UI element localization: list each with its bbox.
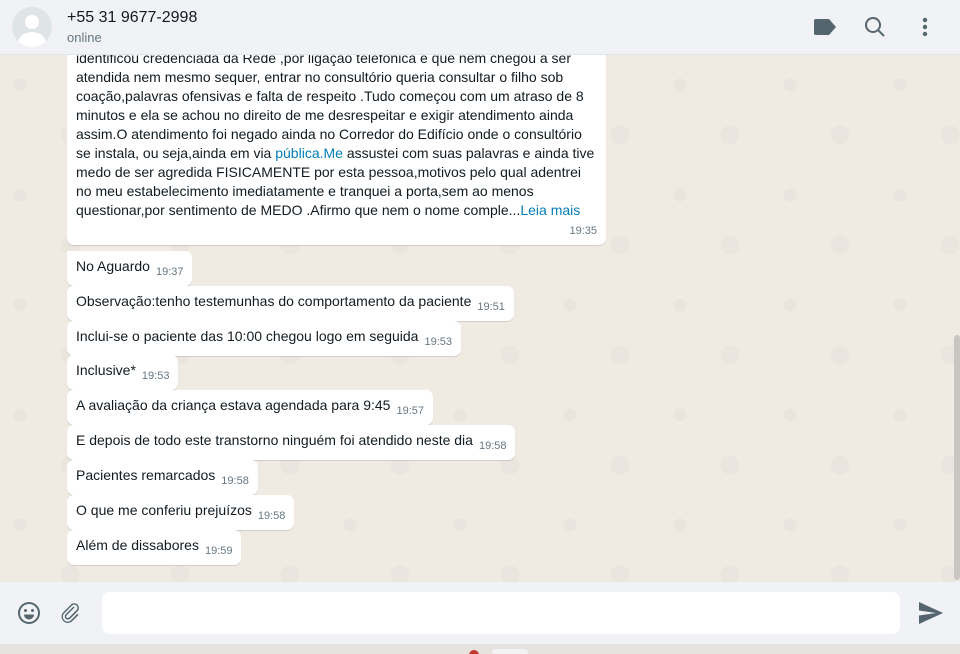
message-bubble: Pacientes remarcados 19:58	[67, 460, 258, 495]
menu-icon	[922, 17, 928, 37]
message-text: O que me conferiu prejuízos	[76, 502, 252, 518]
contact-avatar[interactable]	[12, 7, 52, 47]
message-long: identificou credenciada da Rede ,por lig…	[67, 55, 606, 245]
line: coação,palavras ofensivas e falta de res…	[76, 88, 584, 104]
label-button[interactable]	[802, 7, 848, 47]
message-time: 19:53	[424, 336, 452, 348]
message-time: 19:35	[569, 225, 597, 237]
send-button[interactable]	[912, 594, 950, 632]
attach-button[interactable]	[53, 597, 86, 630]
message-time: 19:58	[257, 510, 286, 522]
chat-scrollbar[interactable]	[954, 335, 960, 580]
line: identificou credenciada da Rede ,por lig…	[76, 55, 571, 66]
message-bubble: E depois de todo este transtorno ninguém…	[67, 425, 516, 460]
contact-name: +55 31 9677-2998	[67, 8, 198, 26]
message-bubble: No Aguardo 19:37	[67, 251, 193, 286]
message-text: Inclui-se o paciente das 10:00 chegou lo…	[76, 328, 419, 344]
message-time: 19:53	[141, 370, 170, 382]
message-link[interactable]: pública.Me	[275, 145, 343, 161]
line: atendida nem mesmo sequer, entrar no con…	[76, 69, 564, 85]
message-bubble: Além de dissabores 19:59	[67, 530, 242, 565]
message-bubble: Observação:tenho testemunhas do comporta…	[67, 286, 514, 321]
avatar-body-shape	[18, 32, 46, 47]
message-text: Além de dissabores	[76, 537, 199, 553]
message-time: 19:51	[477, 301, 505, 313]
message-input[interactable]	[102, 592, 900, 634]
attach-icon	[61, 603, 79, 623]
message-time: 19:58	[478, 440, 507, 452]
message-text: Inclusive*	[76, 362, 136, 378]
avatar-head-shape	[25, 15, 39, 29]
contact-status: online	[67, 29, 102, 45]
line: assim.O atendimento foi negado ainda no …	[76, 126, 582, 142]
message-time: 19:58	[221, 475, 249, 487]
read-more-link[interactable]: Leia mais	[520, 202, 580, 218]
message-text: A avaliação da criança estava agendada p…	[76, 397, 391, 413]
search-icon	[865, 17, 885, 37]
line: questionar,por sentimento de MEDO .Afirm…	[76, 202, 521, 218]
notification-dot	[469, 650, 479, 654]
line: assustei com suas palavras e ainda tive	[342, 145, 595, 161]
send-icon	[919, 602, 943, 624]
message-bubble: A avaliação da criança estava agendada p…	[67, 390, 433, 425]
message-text: E depois de todo este transtorno ninguém…	[76, 432, 473, 448]
line: medo de ser agredida FISICAMENTE por est…	[76, 164, 582, 180]
menu-button[interactable]	[902, 7, 948, 47]
line: se instala, ou seja,ainda em via	[76, 145, 276, 161]
message-time: 19:37	[155, 266, 184, 278]
contact-info[interactable]: +55 31 9677-2998 online	[67, 8, 802, 47]
bottom-strip	[0, 644, 960, 654]
line: minutos e ela se achou no direito de me …	[76, 107, 574, 123]
message-text: Pacientes remarcados	[76, 467, 216, 483]
chat-header: +55 31 9677-2998 online	[0, 0, 960, 55]
message-bubble: O que me conferiu prejuízos 19:58	[67, 495, 295, 530]
message-text: No Aguardo	[76, 258, 150, 274]
label-icon	[814, 19, 836, 35]
line: no meu estabelecimento imediatamente e t…	[76, 183, 534, 199]
chat-area: identificou credenciada da Rede ,por lig…	[0, 55, 960, 582]
long-message-text: identificou credenciada da Rede ,por lig…	[76, 55, 597, 220]
bottom-tab	[492, 649, 528, 654]
message-composer	[0, 582, 960, 644]
search-button[interactable]	[852, 7, 898, 47]
message-bubble: Inclusive* 19:53	[67, 355, 179, 390]
message-text: Observação:tenho testemunhas do comporta…	[76, 293, 472, 309]
message-bubble: Inclui-se o paciente das 10:00 chegou lo…	[67, 321, 461, 356]
emoji-button[interactable]	[12, 597, 45, 630]
header-actions	[802, 7, 948, 47]
emoji-icon	[17, 602, 40, 624]
message-time: 19:59	[204, 545, 233, 557]
message-time: 19:57	[396, 405, 424, 417]
